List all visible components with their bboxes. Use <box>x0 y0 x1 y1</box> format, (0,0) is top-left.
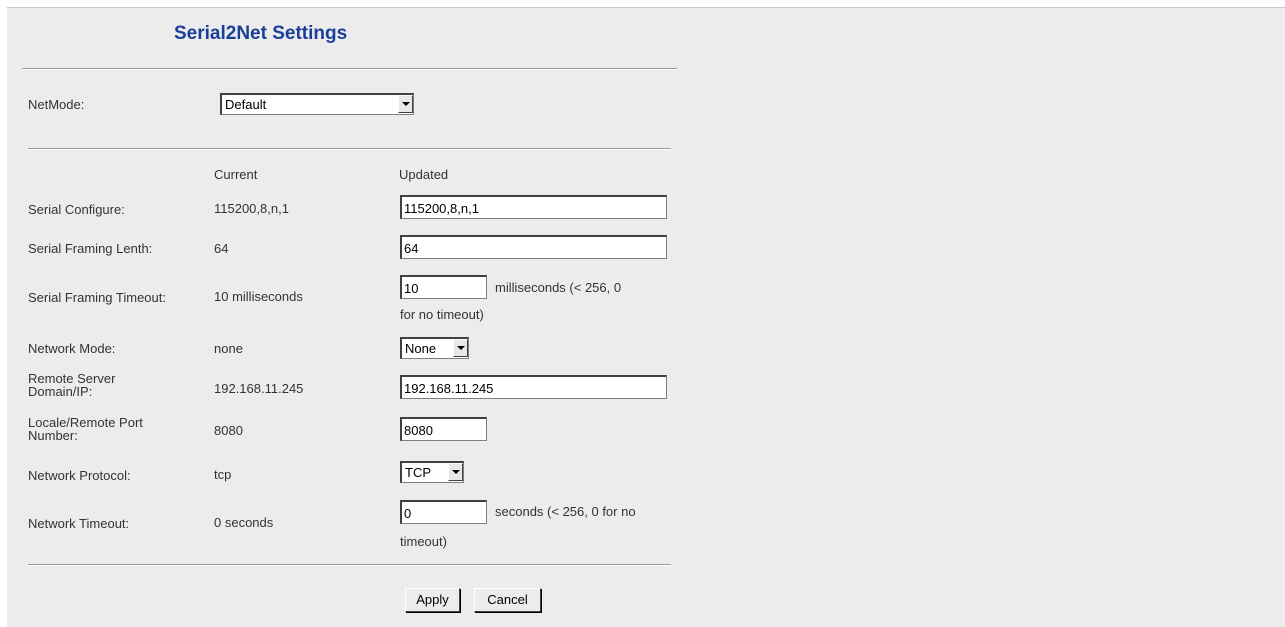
netmode-select[interactable]: Default <box>220 93 414 115</box>
apply-button[interactable]: Apply <box>405 588 460 612</box>
network-mode-select-value: None <box>405 341 437 356</box>
remote-server-label: Remote Server Domain/IP: <box>28 372 115 398</box>
serial-configure-input[interactable] <box>400 195 667 219</box>
framing-length-label: Serial Framing Lenth: <box>28 241 153 256</box>
remote-server-input[interactable] <box>400 375 667 399</box>
chevron-down-icon[interactable] <box>453 339 468 357</box>
netmode-label: NetMode: <box>28 97 85 112</box>
column-header-current: Current <box>214 167 258 182</box>
serial-configure-current: 115200,8,n,1 <box>214 201 289 216</box>
protocol-select-value: TCP <box>405 465 431 480</box>
network-timeout-hint-cont: timeout) <box>400 534 447 549</box>
network-timeout-hint: seconds (< 256, 0 for no <box>495 504 636 519</box>
column-header-updated: Updated <box>399 167 449 182</box>
chevron-down-icon[interactable] <box>398 95 413 113</box>
divider-middle <box>28 148 671 150</box>
remote-server-label-line2: Domain/IP: <box>28 384 93 399</box>
protocol-label: Network Protocol: <box>28 468 131 483</box>
port-current: 8080 <box>214 423 243 438</box>
netmode-select-value: Default <box>225 97 267 112</box>
chevron-down-icon[interactable] <box>448 463 463 481</box>
port-input[interactable] <box>400 417 487 441</box>
framing-timeout-hint: milliseconds (< 256, 0 <box>495 280 622 295</box>
remote-server-current: 192.168.11.245 <box>214 381 304 396</box>
divider-top <box>22 68 677 70</box>
port-label: Locale/Remote Port Number: <box>28 416 143 442</box>
cancel-button[interactable]: Cancel <box>474 588 541 612</box>
network-mode-label: Network Mode: <box>28 341 116 356</box>
divider-bottom <box>28 564 671 566</box>
framing-timeout-input[interactable] <box>400 275 487 299</box>
network-mode-current: none <box>214 341 243 356</box>
network-timeout-current: 0 seconds <box>214 515 274 530</box>
port-label-line2: Number: <box>28 428 78 443</box>
network-timeout-input[interactable] <box>400 500 487 524</box>
framing-length-current: 64 <box>214 241 229 256</box>
network-timeout-label: Network Timeout: <box>28 516 130 531</box>
page-title: Serial2Net Settings <box>174 23 348 44</box>
framing-timeout-current: 10 milliseconds <box>214 289 303 304</box>
framing-timeout-label: Serial Framing Timeout: <box>28 290 166 305</box>
framing-length-input[interactable] <box>400 235 667 259</box>
serial-configure-label: Serial Configure: <box>28 202 125 217</box>
protocol-current: tcp <box>214 467 232 482</box>
framing-timeout-hint-cont: for no timeout) <box>400 307 484 322</box>
protocol-select[interactable]: TCP <box>400 461 464 483</box>
settings-page: Serial2Net Settings NetMode: Default Cur… <box>7 7 1285 627</box>
network-mode-select[interactable]: None <box>400 337 469 359</box>
